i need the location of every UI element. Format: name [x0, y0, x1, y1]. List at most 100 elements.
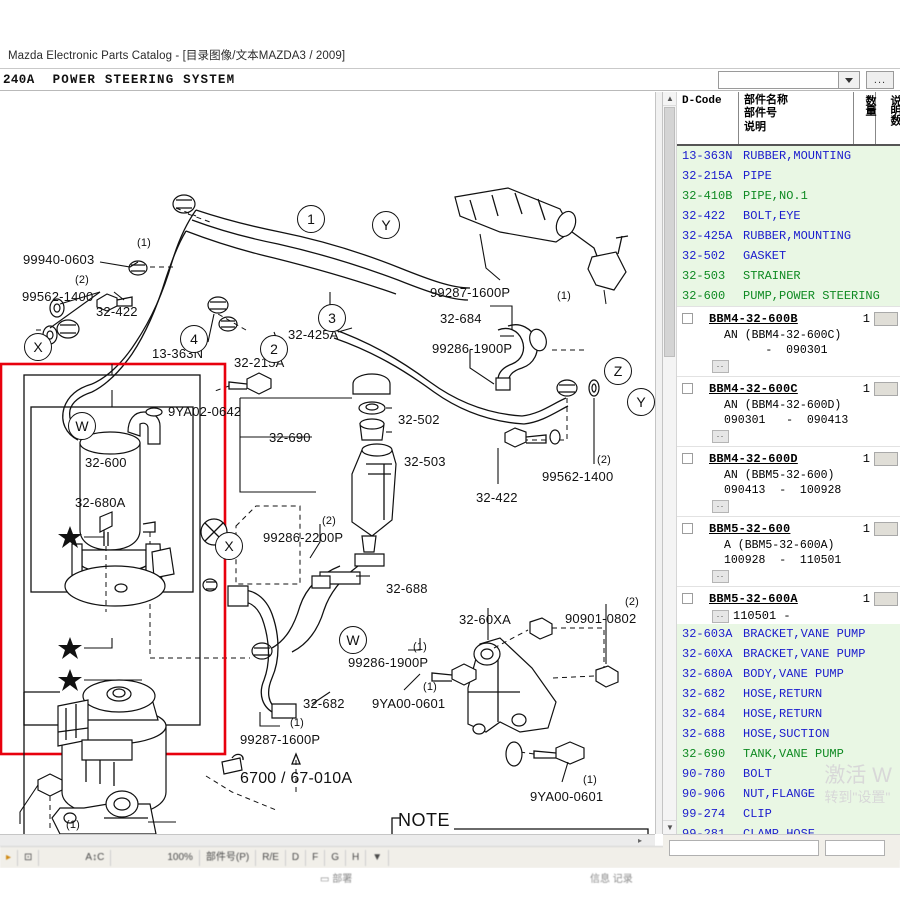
header-combo-field[interactable]: [718, 71, 838, 89]
cell-part-name: TANK,VANE PUMP: [743, 747, 844, 761]
table-row[interactable]: 32-600 PUMP,POWER STEERING: [677, 286, 900, 306]
quantity-box[interactable]: [874, 521, 898, 536]
column-header-part-name[interactable]: 部件名称 部件号 说明: [739, 92, 854, 144]
column-header-quantity[interactable]: 数量: [854, 92, 876, 144]
table-row[interactable]: 90-780 BOLT: [677, 764, 900, 784]
part-detail-block[interactable]: BBM5-32-600 1 A (BBM5-32-600A) 100928 - 110…: [677, 516, 900, 583]
table-row[interactable]: 32-215A PIPE: [677, 166, 900, 186]
toolbar-item[interactable]: D: [286, 849, 307, 866]
part-number[interactable]: BBM4-32-600C: [709, 382, 798, 396]
horizontal-splitter[interactable]: ▸: [0, 834, 655, 846]
detail-dots-icon[interactable]: ··: [712, 430, 729, 443]
cell-part-name: HOSE,RETURN: [743, 707, 823, 721]
header-combo-dropdown[interactable]: [838, 71, 860, 89]
quantity-value: 1: [862, 521, 870, 536]
diagram-balloon: X: [215, 532, 243, 560]
application-window: Mazda Electronic Parts Catalog - [目录图像/文…: [0, 0, 900, 900]
cell-part-name: BOLT,EYE: [743, 209, 801, 223]
diagram-label: 32-680A: [75, 495, 126, 510]
diagram-label: 32-503: [404, 454, 446, 469]
table-row[interactable]: 32-425A RUBBER,MOUNTING: [677, 226, 900, 246]
column-header-extra[interactable]: 说明数: [876, 92, 900, 144]
bottom-field-2[interactable]: [825, 839, 885, 856]
part-number[interactable]: BBM5-32-600: [709, 522, 790, 536]
quantity-box[interactable]: [874, 591, 898, 606]
part-number[interactable]: BBM5-32-600A: [709, 592, 798, 606]
toolbar-item[interactable]: 部件号(P): [200, 849, 257, 866]
table-row[interactable]: 32-60XA BRACKET,VANE PUMP: [677, 644, 900, 664]
table-row[interactable]: 99-281 CLAMP,HOSE: [677, 824, 900, 834]
table-row[interactable]: 32-690 TANK,VANE PUMP: [677, 744, 900, 764]
quantity-value: 1: [862, 381, 870, 396]
table-row[interactable]: 90-906 NUT,FLANGE: [677, 784, 900, 804]
scroll-down-icon[interactable]: ▼: [663, 820, 677, 834]
table-row[interactable]: 32-502 GASKET: [677, 246, 900, 266]
toolbar-item[interactable]: F: [306, 849, 326, 866]
part-number[interactable]: BBM4-32-600D: [709, 452, 798, 466]
part-date-range: 090413 - 100928: [724, 484, 842, 497]
table-row[interactable]: 32-410B PIPE,NO.1: [677, 186, 900, 206]
part-detail-block[interactable]: BBM4-32-600D 1 AN (BBM5-32-600) 090413 - 10…: [677, 446, 900, 513]
toolbar-item[interactable]: G: [325, 849, 347, 866]
title-divider: [0, 68, 900, 69]
toolbar-item[interactable]: A↕C: [79, 849, 112, 866]
parts-table-header: D-Code 部件名称 部件号 说明 数量 说明数: [677, 92, 900, 146]
toolbar-item[interactable]: ▸: [0, 849, 19, 866]
diagram-label: 6700 / 67-010A: [240, 770, 353, 787]
diagram-balloon: Z: [604, 357, 632, 385]
bottom-field-1[interactable]: [669, 839, 819, 856]
table-row[interactable]: 99-274 CLIP: [677, 804, 900, 824]
table-row[interactable]: 32-503 STRAINER: [677, 266, 900, 286]
toolbar-item[interactable]: ▼: [366, 849, 390, 866]
detail-dots-icon[interactable]: ··: [712, 500, 729, 513]
part-number[interactable]: BBM4-32-600B: [709, 312, 798, 326]
table-row[interactable]: 32-684 HOSE,RETURN: [677, 704, 900, 724]
quantity-box[interactable]: [874, 381, 898, 396]
cell-dcode: 32-425A: [682, 229, 733, 243]
detail-dots-icon[interactable]: ··: [712, 570, 729, 583]
status-cell-2: 信息 记录: [590, 874, 633, 885]
row-checkbox[interactable]: [682, 313, 693, 324]
detail-dots-icon[interactable]: ··: [712, 609, 729, 623]
diagram-label: 32-502: [398, 412, 440, 427]
quantity-box[interactable]: [874, 311, 898, 326]
toolbar-item[interactable]: ⊡: [18, 849, 40, 866]
cell-dcode: 90-906: [682, 787, 726, 801]
table-row[interactable]: 32-688 HOSE,SUCTION: [677, 724, 900, 744]
scrollbar-thumb[interactable]: [664, 107, 675, 357]
part-detail-block[interactable]: BBM4-32-600B 1 AN (BBM4-32-600C) - 090301 ·…: [677, 306, 900, 373]
parts-table-body[interactable]: 13-363N RUBBER,MOUNTING 32-215A PIPE 32-410B…: [677, 146, 900, 834]
diagram-label: (1): [557, 290, 572, 302]
row-checkbox[interactable]: [682, 453, 693, 464]
vertical-splitter[interactable]: [655, 92, 663, 834]
row-checkbox[interactable]: [682, 593, 693, 604]
row-checkbox[interactable]: [682, 383, 693, 394]
scroll-up-icon[interactable]: ▲: [663, 92, 677, 106]
part-detail-block[interactable]: BBM4-32-600C 1 AN (BBM4-32-600D) 090301 - 0…: [677, 376, 900, 443]
system-header-divider: [0, 90, 900, 91]
row-checkbox[interactable]: [682, 523, 693, 534]
parts-diagram-pane[interactable]: .ln{stroke:#111;stroke-width:1.3;fill:no…: [0, 92, 655, 834]
diagram-balloon: 3: [318, 304, 346, 332]
table-row[interactable]: 32-682 HOSE,RETURN: [677, 684, 900, 704]
diagram-label: (1): [290, 717, 305, 729]
table-row[interactable]: 13-363N RUBBER,MOUNTING: [677, 146, 900, 166]
table-row[interactable]: 32-603A BRACKET,VANE PUMP: [677, 624, 900, 644]
toolbar-item[interactable]: 100%: [161, 849, 200, 866]
quantity-box[interactable]: [874, 451, 898, 466]
table-row[interactable]: 32-422 BOLT,EYE: [677, 206, 900, 226]
toolbar-item[interactable]: R/E: [256, 849, 286, 866]
table-row[interactable]: 32-680A BODY,VANE PUMP: [677, 664, 900, 684]
diagram-balloon: W: [339, 626, 367, 654]
cell-dcode: 32-503: [682, 269, 726, 283]
diagram-label: (1): [583, 774, 598, 786]
part-note: AN (BBM4-32-600D): [724, 399, 842, 412]
detail-dots-icon[interactable]: ··: [712, 360, 729, 373]
header-more-button[interactable]: ...: [866, 71, 894, 89]
parts-list-scrollbar[interactable]: ▲ ▼: [663, 92, 677, 834]
diagram-label: 90901-0802: [565, 611, 637, 626]
part-detail-block[interactable]: BBM5-32-600A 1 ·· 110501 -: [677, 586, 900, 624]
toolbar-item[interactable]: H: [346, 849, 367, 866]
column-header-dcode[interactable]: D-Code: [677, 92, 739, 144]
chevron-down-icon: [845, 77, 853, 83]
